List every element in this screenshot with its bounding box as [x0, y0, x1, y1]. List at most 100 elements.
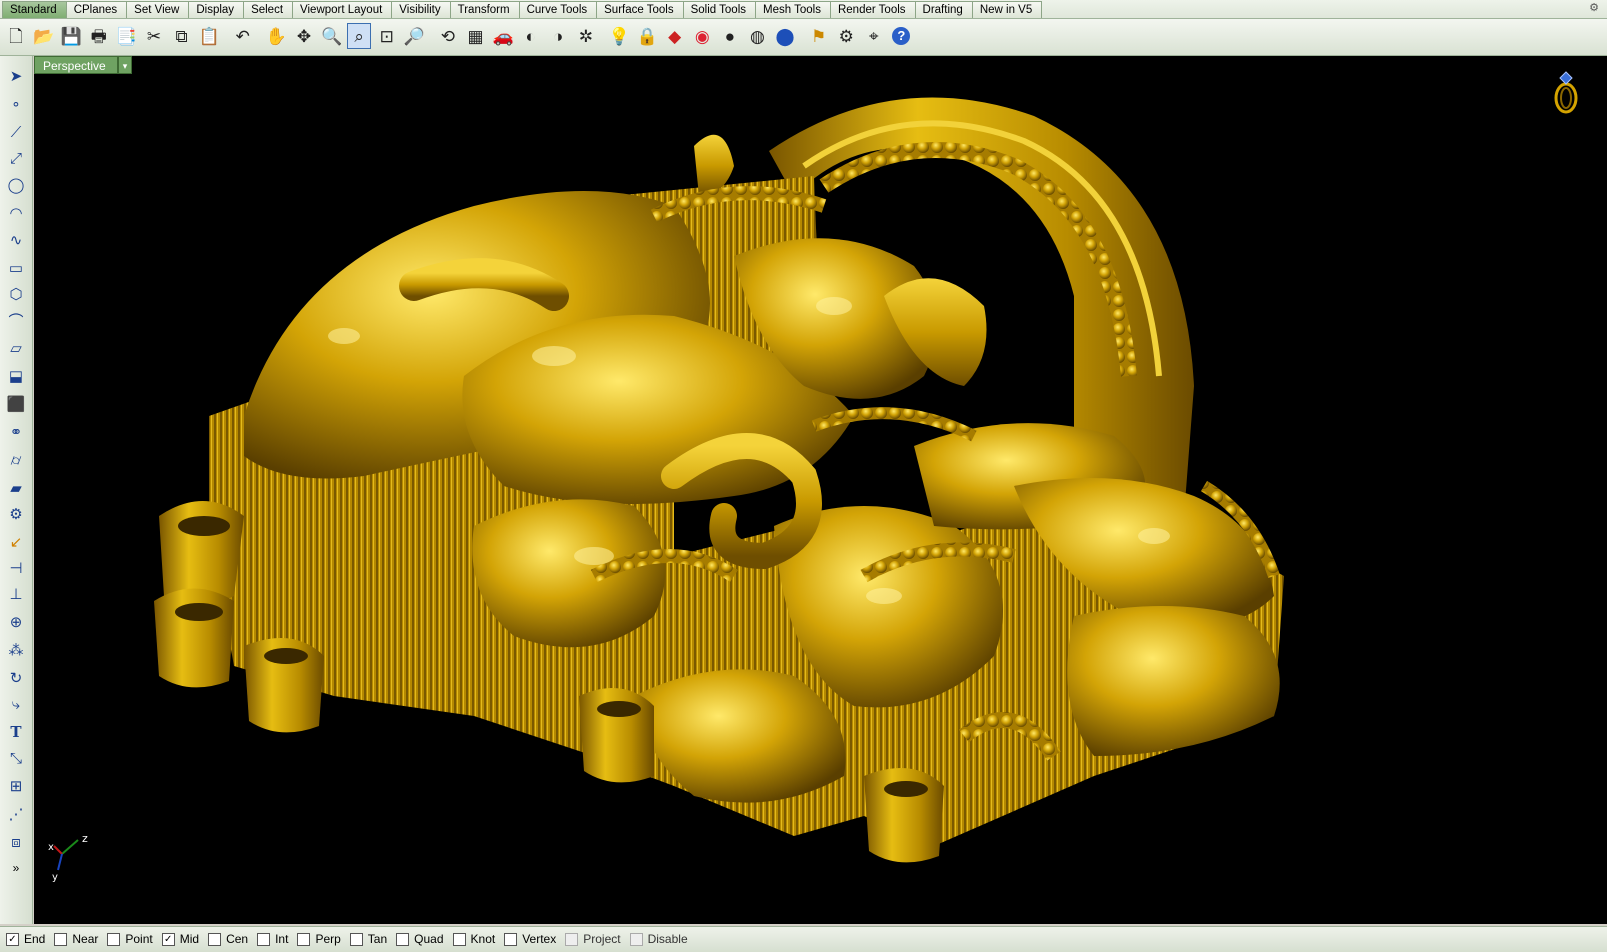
osnap-vertex[interactable]: Vertex — [504, 932, 556, 946]
osnap-perp[interactable]: Perp — [297, 932, 341, 946]
tab-curve-tools[interactable]: Curve Tools — [518, 1, 598, 18]
snapshot-icon[interactable]: ⌖ — [862, 23, 886, 49]
text-icon[interactable]: T — [4, 720, 28, 744]
tab-solid-tools[interactable]: Solid Tools — [682, 1, 756, 18]
point-icon[interactable]: ∘ — [4, 92, 28, 116]
cylinder-icon[interactable]: ⌭ — [4, 448, 28, 472]
paste-icon[interactable]: 📋 — [197, 23, 221, 49]
polygon-icon[interactable]: ⬡ — [4, 282, 28, 306]
osnap-near[interactable]: Near — [54, 932, 98, 946]
osnap-end-checkbox[interactable]: ✓ — [6, 932, 19, 946]
pan-icon[interactable]: ✋ — [264, 23, 288, 49]
circle-icon[interactable]: ◯ — [4, 173, 28, 197]
osnap-int-checkbox[interactable] — [257, 932, 271, 946]
bend-icon[interactable]: ⤷ — [4, 692, 28, 716]
osnap-cen[interactable]: Cen — [208, 932, 248, 946]
show-object-icon[interactable]: ◑ — [546, 23, 570, 49]
line-icon[interactable]: ⤢ — [4, 146, 28, 170]
import-icon[interactable]: 📑 — [114, 23, 138, 49]
viewport-menu-chevron-icon[interactable]: ▾ — [118, 56, 132, 74]
osnap-knot[interactable]: Knot — [452, 932, 495, 946]
polyline-icon[interactable]: ⟋ — [4, 120, 28, 144]
rotate-3d-icon[interactable]: ⟲ — [436, 23, 460, 49]
osnap-disable[interactable]: Disable — [629, 932, 688, 946]
rectangle-icon[interactable]: ▭ — [4, 256, 28, 280]
zoom-icon[interactable]: 🔍 — [320, 23, 344, 49]
more-icon[interactable]: » — [4, 856, 28, 880]
copy-icon[interactable]: ⧉ — [170, 23, 194, 49]
arc-icon[interactable]: ◠ — [4, 201, 28, 225]
osnap-quad[interactable]: Quad — [396, 932, 444, 946]
tab-cplanes[interactable]: CPlanes — [65, 1, 128, 18]
edit-points-icon[interactable]: ⋰ — [4, 802, 28, 826]
osnap-mid-checkbox[interactable]: ✓ — [161, 932, 175, 946]
gear-settings-icon[interactable]: ⚙ — [4, 502, 28, 526]
box-icon[interactable]: ⬛ — [4, 392, 28, 416]
osnap-tan-checkbox[interactable] — [349, 932, 363, 946]
group-icon[interactable]: ⊞ — [4, 774, 28, 798]
tab-drafting[interactable]: Drafting — [914, 1, 973, 18]
zoom-selected-icon[interactable]: 🔎 — [402, 23, 426, 49]
osnap-near-checkbox[interactable] — [54, 932, 68, 946]
osnap-int[interactable]: Int — [257, 932, 288, 946]
color-wheel-icon[interactable]: ◉ — [690, 23, 714, 49]
tab-transform[interactable]: Transform — [449, 1, 520, 18]
rotate-view-icon[interactable]: ✥ — [292, 23, 316, 49]
tab-set-view[interactable]: Set View — [126, 1, 190, 18]
planar-surface-icon[interactable]: ▰ — [4, 476, 28, 500]
array-dots-icon[interactable]: ⁂ — [4, 638, 28, 662]
scale-icon[interactable]: ⤡ — [4, 746, 28, 770]
shade-sphere-icon[interactable]: ● — [718, 23, 742, 49]
osnap-tan[interactable]: Tan — [349, 932, 387, 946]
tab-new-in-v5[interactable]: New in V5 — [971, 1, 1043, 18]
new-file-icon[interactable]: 🗋 — [4, 23, 28, 49]
tab-strip-options-icon[interactable]: ⚙ — [1587, 1, 1601, 15]
undo-icon[interactable]: ↶ — [231, 23, 255, 49]
curve-icon[interactable]: ∿ — [4, 228, 28, 252]
osnap-mid[interactable]: ✓ Mid — [161, 932, 199, 946]
tab-visibility[interactable]: Visibility — [391, 1, 451, 18]
viewport-title-tab[interactable]: Perspective — [34, 56, 118, 74]
tab-standard[interactable]: Standard — [2, 1, 67, 18]
tab-mesh-tools[interactable]: Mesh Tools — [755, 1, 831, 18]
isolate-icon[interactable]: ✲ — [574, 23, 598, 49]
osnap-knot-checkbox[interactable] — [452, 932, 466, 946]
zoom-window-icon[interactable]: ⌕ — [347, 23, 372, 49]
boolean-icon[interactable]: ⊕ — [4, 610, 28, 634]
render-sphere-icon[interactable]: ◍ — [745, 23, 769, 49]
osnap-vertex-checkbox[interactable] — [504, 932, 518, 946]
tab-select[interactable]: Select — [243, 1, 294, 18]
blue-sphere-icon[interactable]: ⬤ — [773, 23, 797, 49]
lock-icon[interactable]: 🔒 — [635, 23, 659, 49]
select-arrow-icon[interactable]: ➤ — [4, 64, 28, 88]
fillet-curve-icon[interactable]: ⌒ — [4, 309, 28, 333]
hide-object-icon[interactable]: ◐ — [519, 23, 543, 49]
osnap-point-checkbox[interactable] — [107, 932, 121, 946]
osnap-end[interactable]: ✓ End — [6, 932, 45, 946]
osnap-point[interactable]: Point — [107, 932, 153, 946]
surface-icon[interactable]: ▱ — [4, 336, 28, 360]
open-file-icon[interactable]: 📂 — [32, 23, 56, 49]
viewport-layout-icon[interactable]: ▦ — [464, 23, 488, 49]
perspective-viewport[interactable]: Perspective ▾ z x y — [34, 56, 1607, 924]
plane-icon[interactable]: ⊥ — [4, 582, 28, 606]
cut-icon[interactable]: ✂ — [142, 23, 166, 49]
transform-arrow-icon[interactable]: ↙ — [4, 530, 28, 554]
rotate-icon[interactable]: ↻ — [4, 666, 28, 690]
dimension-icon[interactable]: ⊣ — [4, 556, 28, 580]
tab-surface-tools[interactable]: Surface Tools — [596, 1, 684, 18]
help-icon[interactable]: ? — [889, 23, 913, 49]
osnap-project[interactable]: Project — [565, 932, 621, 946]
osnap-cen-checkbox[interactable] — [208, 932, 222, 946]
print-icon[interactable]: 🖶 — [87, 23, 111, 49]
solid-union-icon[interactable]: ⚭ — [4, 420, 28, 444]
tab-viewport-layout[interactable]: Viewport Layout — [292, 1, 393, 18]
jewelry-model-render[interactable] — [34, 56, 1607, 924]
osnap-quad-checkbox[interactable] — [396, 932, 410, 946]
save-icon[interactable]: 💾 — [59, 23, 83, 49]
osnap-disable-checkbox[interactable] — [629, 932, 643, 946]
osnap-perp-checkbox[interactable] — [297, 932, 311, 946]
osnap-project-checkbox[interactable] — [565, 932, 579, 946]
layer-icon[interactable]: ◆ — [663, 23, 687, 49]
tab-display[interactable]: Display — [188, 1, 245, 18]
